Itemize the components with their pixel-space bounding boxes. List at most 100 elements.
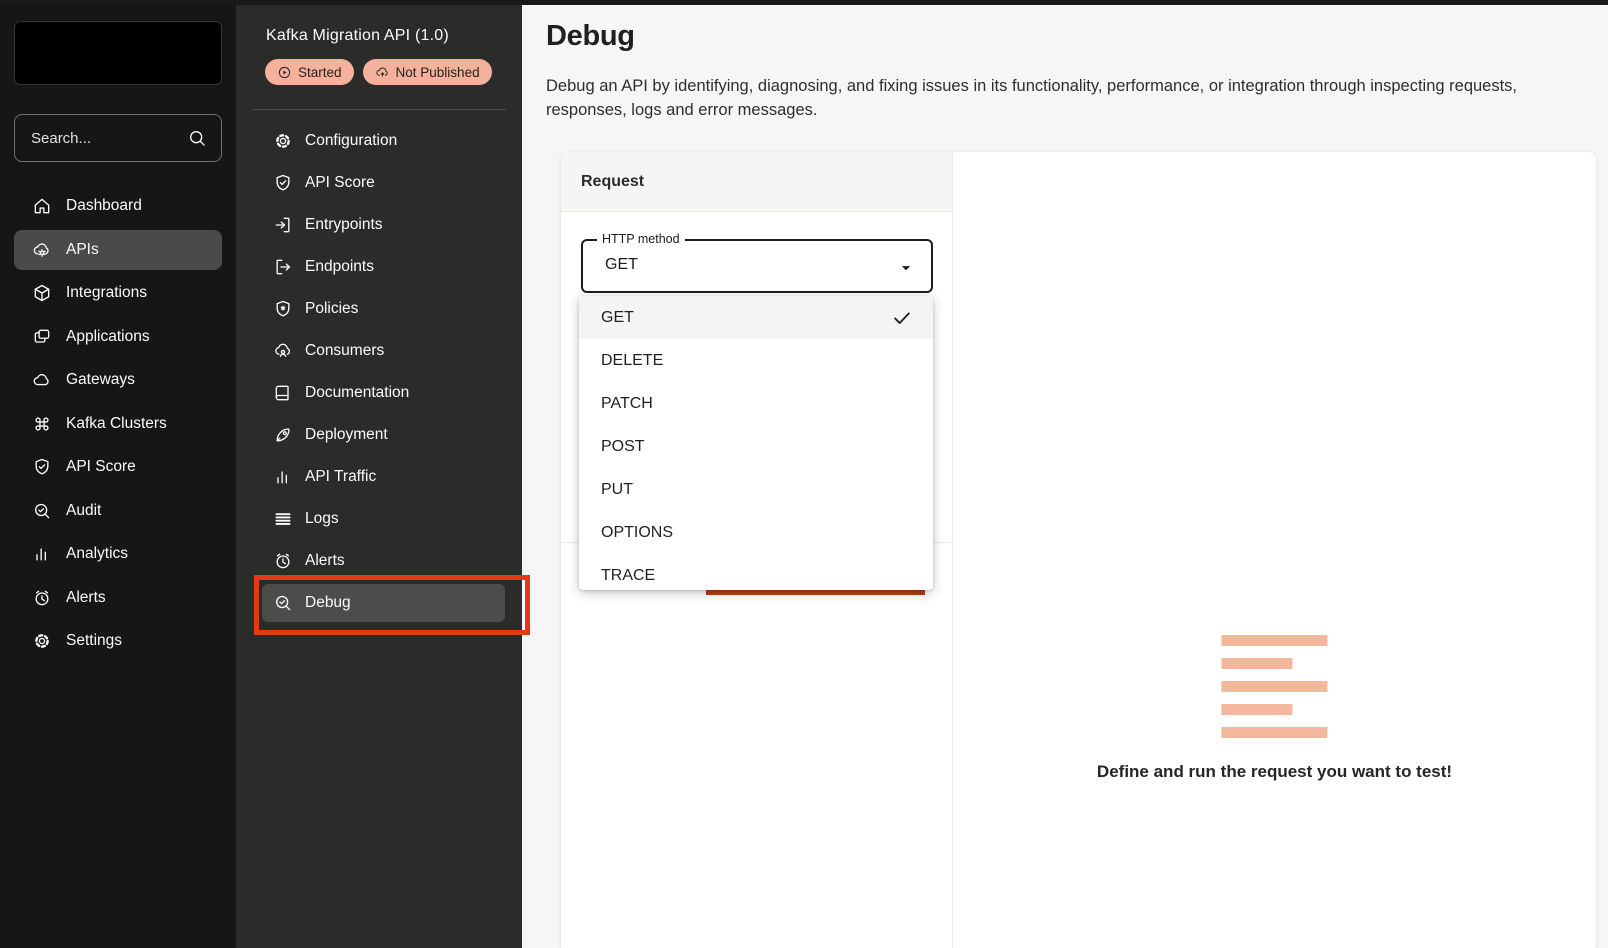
kafka-nodes-icon — [32, 414, 52, 434]
api-nav-item-debug[interactable]: Debug — [262, 584, 505, 622]
window-top-edge — [0, 0, 1608, 5]
response-empty-state: Define and run the request you want to t… — [1097, 635, 1452, 782]
sidebar-item-label: Kafka Clusters — [66, 415, 167, 433]
api-nav-item-label: API Score — [305, 174, 375, 192]
sidebar-item-applications[interactable]: Applications — [14, 317, 222, 357]
dropdown-option-post[interactable]: POST — [579, 425, 933, 468]
sidebar-item-integrations[interactable]: Integrations — [14, 273, 222, 313]
api-nav-item-alerts[interactable]: Alerts — [262, 542, 505, 580]
shield-check-icon — [32, 457, 52, 477]
badge-label: Started — [298, 65, 342, 80]
primary-sidebar: Dashboard APIs Integrations Applications… — [0, 0, 236, 948]
api-nav: Configuration API Score Entrypoints Endp… — [236, 122, 522, 626]
request-panel: Request HTTP method GET GET DELETE PATCH — [561, 152, 953, 948]
windows-stack-icon — [32, 327, 52, 347]
http-method-value: GET — [605, 256, 638, 274]
api-nav-item-label: Configuration — [305, 132, 397, 150]
sidebar-item-alerts[interactable]: Alerts — [14, 578, 222, 618]
request-panel-header: Request — [561, 152, 952, 212]
search-check-icon — [32, 501, 52, 521]
dropdown-option-trace[interactable]: TRACE — [579, 554, 933, 590]
dropdown-option-delete[interactable]: DELETE — [579, 339, 933, 382]
api-nav-item-consumers[interactable]: Consumers — [262, 332, 505, 370]
sidebar-item-label: Dashboard — [66, 197, 142, 215]
sidebar-item-label: APIs — [66, 241, 99, 259]
api-nav-item-endpoints[interactable]: Endpoints — [262, 248, 505, 286]
empty-state-text: Define and run the request you want to t… — [1097, 762, 1452, 782]
api-nav-item-deployment[interactable]: Deployment — [262, 416, 505, 454]
check-icon — [891, 307, 913, 329]
api-nav-item-documentation[interactable]: Documentation — [262, 374, 505, 412]
api-nav-item-label: Endpoints — [305, 258, 374, 276]
alarm-clock-icon — [32, 588, 52, 608]
api-nav-item-label: Deployment — [305, 426, 388, 444]
search-input[interactable] — [29, 129, 179, 148]
placeholder-bar — [1221, 658, 1292, 669]
dropdown-option-get[interactable]: GET — [579, 296, 933, 339]
api-nav-item-api-score[interactable]: API Score — [262, 164, 505, 202]
api-nav-item-label: Logs — [305, 510, 339, 528]
sidebar-item-api-score[interactable]: API Score — [14, 447, 222, 487]
http-method-select[interactable]: HTTP method GET — [581, 239, 933, 293]
api-nav-item-label: Policies — [305, 300, 358, 318]
sidebar-item-kafka-clusters[interactable]: Kafka Clusters — [14, 404, 222, 444]
api-nav-item-logs[interactable]: Logs — [262, 500, 505, 538]
book-icon — [273, 383, 293, 403]
sidebar-item-settings[interactable]: Settings — [14, 621, 222, 661]
sidebar-item-label: Applications — [66, 328, 150, 346]
sidebar-item-audit[interactable]: Audit — [14, 491, 222, 531]
api-nav-item-api-traffic[interactable]: API Traffic — [262, 458, 505, 496]
sidebar-item-dashboard[interactable]: Dashboard — [14, 186, 222, 226]
option-label: PUT — [601, 481, 633, 499]
option-label: TRACE — [601, 567, 655, 585]
rocket-icon — [273, 425, 293, 445]
sidebar-item-gateways[interactable]: Gateways — [14, 360, 222, 400]
sidebar-item-analytics[interactable]: Analytics — [14, 534, 222, 574]
dropdown-option-patch[interactable]: PATCH — [579, 382, 933, 425]
status-badge-not-published: Not Published — [363, 59, 492, 85]
home-icon — [32, 196, 52, 216]
sidebar-item-label: Integrations — [66, 284, 147, 302]
api-title: Kafka Migration API (1.0) — [236, 27, 522, 45]
sidebar-item-label: Analytics — [66, 545, 128, 563]
app-logo — [14, 21, 222, 85]
api-nav-item-policies[interactable]: Policies — [262, 290, 505, 328]
cloud-user-icon — [273, 341, 293, 361]
option-label: PATCH — [601, 395, 653, 413]
status-badge-started: Started — [265, 59, 354, 85]
api-nav-item-label: Consumers — [305, 342, 384, 360]
alarm-clock-icon — [273, 551, 293, 571]
cube-icon — [32, 283, 52, 303]
dropdown-option-options[interactable]: OPTIONS — [579, 511, 933, 554]
sidebar-item-label: API Score — [66, 458, 136, 476]
dropdown-option-put[interactable]: PUT — [579, 468, 933, 511]
api-nav-item-label: Entrypoints — [305, 216, 383, 234]
sidebar-item-apis[interactable]: APIs — [14, 230, 222, 270]
bar-chart-icon — [32, 544, 52, 564]
placeholder-lines-illustration — [1221, 635, 1327, 750]
placeholder-bar — [1221, 727, 1327, 738]
search-check-icon — [273, 593, 293, 613]
http-method-dropdown: GET DELETE PATCH POST PUT OPTIONS — [579, 296, 933, 590]
placeholder-bar — [1221, 681, 1327, 692]
page-title: Debug — [546, 20, 1608, 53]
bar-chart-icon — [273, 467, 293, 487]
primary-nav: Dashboard APIs Integrations Applications… — [14, 186, 222, 665]
api-nav-item-configuration[interactable]: Configuration — [262, 122, 505, 160]
search-box[interactable] — [14, 114, 222, 162]
badge-label: Not Published — [396, 65, 480, 80]
cloud-gear-icon — [32, 240, 52, 260]
api-nav-item-entrypoints[interactable]: Entrypoints — [262, 206, 505, 244]
arrow-into-bracket-icon — [273, 215, 293, 235]
arrow-out-of-bracket-icon — [273, 257, 293, 277]
cloud-arrow-icon — [375, 65, 390, 80]
sidebar-item-label: Audit — [66, 502, 101, 520]
option-label: GET — [601, 309, 634, 327]
api-status-badges: Started Not Published — [236, 59, 522, 85]
shield-star-icon — [273, 299, 293, 319]
lines-icon — [273, 509, 293, 529]
sidebar-item-label: Settings — [66, 632, 122, 650]
api-nav-item-label: API Traffic — [305, 468, 376, 486]
sidebar-item-label: Alerts — [66, 589, 106, 607]
option-label: POST — [601, 438, 645, 456]
